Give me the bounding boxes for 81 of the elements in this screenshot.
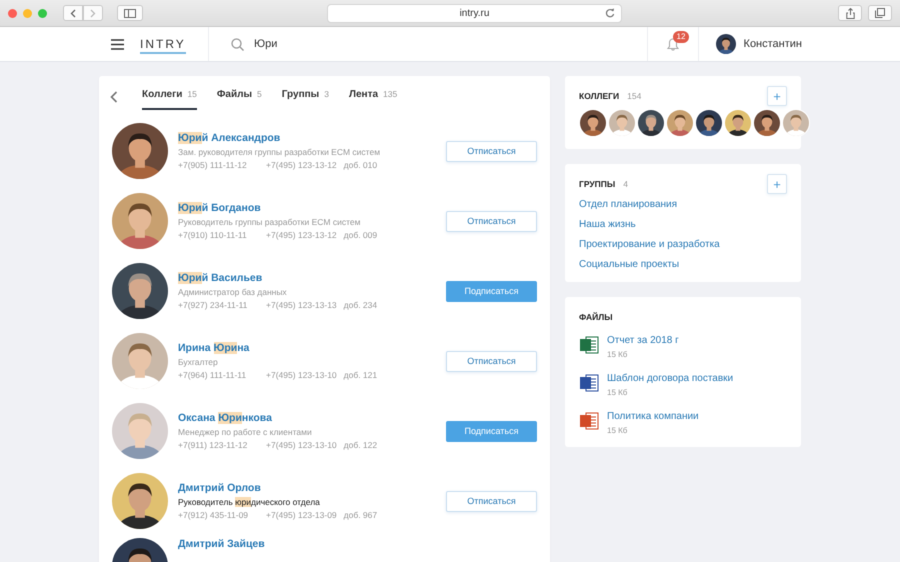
file-link[interactable]: Шаблон договора поставки (607, 373, 734, 384)
job-title: Бухгалтер (178, 357, 219, 367)
share-icon (846, 8, 854, 18)
work-phone: +7(495) 123-13-13 (266, 300, 337, 310)
job-title: Менеджер по работе с клиентами (178, 427, 313, 437)
phone-extension: доб. 010 (344, 160, 378, 170)
presentation-icon (579, 411, 599, 431)
group-link[interactable]: Отдел планирования (579, 199, 678, 210)
back-button[interactable] (63, 5, 83, 21)
user-name[interactable]: Константин (744, 38, 802, 50)
menu-icon[interactable] (111, 38, 124, 50)
count: 154 (627, 91, 642, 101)
job-title: Руководитель юридического отдела (178, 497, 321, 507)
subscribe-button[interactable]: Подписаться (446, 420, 537, 442)
reload-icon[interactable] (605, 8, 615, 18)
bell-icon[interactable] (666, 38, 679, 50)
subscribe-button[interactable]: Подписаться (446, 280, 537, 302)
spreadsheet-icon (579, 335, 599, 355)
sidebar-icon (124, 8, 136, 18)
address-bar[interactable]: intry.ru (327, 4, 622, 22)
work-phone: +7(495) 123-13-12 (266, 160, 337, 170)
phone-extension: доб. 122 (344, 440, 378, 450)
person-name[interactable]: Юрий Васильев (178, 272, 262, 284)
mobile-phone: +7(912) 435-11-09 (178, 510, 250, 520)
person-name[interactable]: Дмитрий Зайцев (178, 538, 265, 550)
section-title: ГРУППЫ (579, 179, 616, 189)
search-icon (231, 38, 244, 50)
sidebar-button[interactable] (117, 5, 143, 21)
work-phone: +7(495) 123-13-10 (266, 440, 337, 450)
phone-extension: доб. 009 (344, 230, 378, 240)
mobile-phone: +7(905) 111-11-12 (178, 160, 248, 170)
close-button[interactable] (8, 8, 17, 18)
work-phone: +7(495) 123-13-12 (266, 230, 337, 240)
unsubscribe-button[interactable]: Отписаться (446, 490, 537, 512)
section-title: ФАЙЛЫ (579, 312, 613, 322)
chevron-right-icon (90, 8, 96, 18)
back-button[interactable] (110, 91, 118, 103)
file-size: 15 Кб (607, 426, 628, 435)
unsubscribe-button[interactable]: Отписаться (446, 140, 537, 162)
mobile-phone: +7(911) 123-11-12 (178, 440, 248, 450)
phone-extension: доб. 234 (344, 300, 378, 310)
file-link[interactable]: Политика компании (607, 411, 699, 422)
file-link[interactable]: Отчет за 2018 г (607, 335, 679, 346)
chevron-left-icon (70, 8, 76, 18)
notification-badge: 12 (672, 31, 690, 43)
work-phone: +7(495) 123-13-09 (266, 510, 337, 520)
group-link[interactable]: Наша жизнь (579, 219, 636, 230)
file-size: 15 Кб (607, 350, 628, 359)
mobile-phone: +7(927) 234-11-11 (178, 300, 248, 310)
tab[interactable]: Группы 3 (282, 84, 329, 110)
person-name[interactable]: Юрий Александров (178, 132, 280, 144)
document-icon (579, 373, 599, 393)
unsubscribe-button[interactable]: Отписаться (446, 350, 537, 372)
job-title: Руководитель группы разработки ECM систем (178, 217, 362, 227)
job-title: Зам. руководителя группы разработки ECM систем (178, 147, 382, 157)
mobile-phone: +7(910) 110-11-11 (178, 230, 248, 240)
unsubscribe-button[interactable]: Отписаться (446, 210, 537, 232)
section-title: КОЛЛЕГИ (579, 91, 620, 101)
share-button[interactable] (838, 5, 862, 21)
person-name[interactable]: Ирина Юрина (178, 342, 250, 354)
job-title: Администратор баз данных (178, 287, 288, 297)
tab[interactable]: Файлы 5 (216, 84, 262, 110)
group-link[interactable]: Социальные проекты (579, 259, 680, 270)
add-button[interactable]: + (767, 86, 787, 106)
person-name[interactable]: Дмитрий Орлов (178, 482, 261, 494)
person-name[interactable]: Оксана Юринкова (178, 412, 272, 424)
count: 4 (623, 179, 628, 189)
chevron-left-icon (110, 91, 118, 103)
mobile-phone: +7(964) 111-11-11 (178, 370, 248, 380)
phone-extension: доб. 121 (344, 370, 378, 380)
logo[interactable]: INTRY (140, 34, 186, 54)
group-link[interactable]: Проектирование и разработка (579, 239, 720, 250)
tab[interactable]: Коллеги 15 (142, 84, 197, 110)
tab[interactable]: Лента 135 (348, 84, 398, 110)
work-phone: +7(495) 123-13-10 (266, 370, 337, 380)
tabs-icon (875, 8, 885, 18)
file-size: 15 Кб (607, 388, 628, 397)
person-name[interactable]: Юрий Богданов (178, 202, 261, 214)
tabs-button[interactable] (868, 5, 892, 21)
phone-extension: доб. 967 (344, 510, 378, 520)
add-button[interactable]: + (767, 174, 787, 194)
